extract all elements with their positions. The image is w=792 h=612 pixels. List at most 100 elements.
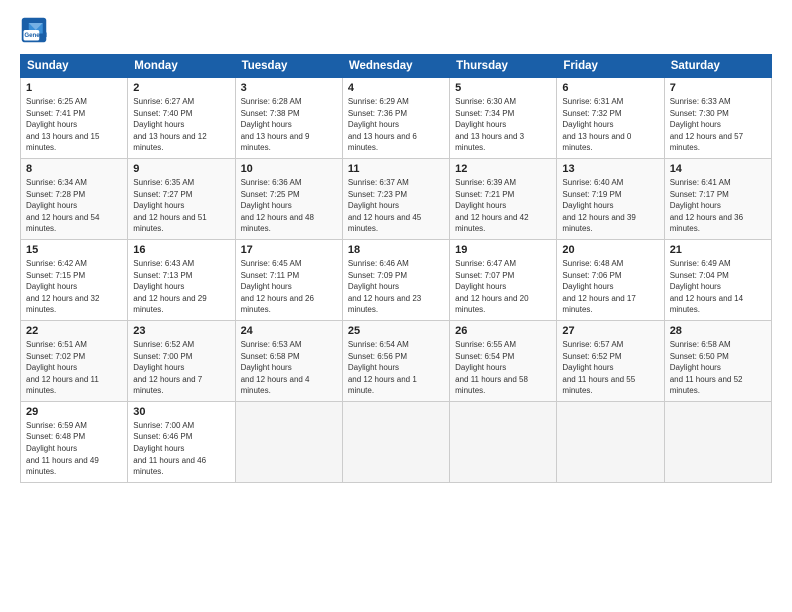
calendar-header-wednesday: Wednesday (342, 55, 449, 78)
calendar-cell (664, 401, 771, 482)
day-number: 18 (348, 244, 444, 256)
calendar-cell: 21 Sunrise: 6:49 AM Sunset: 7:04 PM Dayl… (664, 239, 771, 320)
day-number: 20 (562, 244, 658, 256)
calendar-header-saturday: Saturday (664, 55, 771, 78)
calendar-cell (557, 401, 664, 482)
day-info: Sunrise: 6:28 AM Sunset: 7:38 PM Dayligh… (241, 96, 337, 154)
day-number: 25 (348, 325, 444, 337)
page: General . SundayMondayTuesdayWednesdayTh… (0, 0, 792, 612)
day-number: 21 (670, 244, 766, 256)
day-info: Sunrise: 6:58 AM Sunset: 6:50 PM Dayligh… (670, 339, 766, 397)
calendar-week-1: 1 Sunrise: 6:25 AM Sunset: 7:41 PM Dayli… (21, 78, 772, 159)
calendar-week-5: 29 Sunrise: 6:59 AM Sunset: 6:48 PM Dayl… (21, 401, 772, 482)
day-number: 9 (133, 163, 229, 175)
day-number: 23 (133, 325, 229, 337)
day-number: 30 (133, 406, 229, 418)
calendar-cell: 5 Sunrise: 6:30 AM Sunset: 7:34 PM Dayli… (450, 78, 557, 159)
day-info: Sunrise: 7:00 AM Sunset: 6:46 PM Dayligh… (133, 420, 229, 478)
calendar-cell: 24 Sunrise: 6:53 AM Sunset: 6:58 PM Dayl… (235, 320, 342, 401)
day-info: Sunrise: 6:45 AM Sunset: 7:11 PM Dayligh… (241, 258, 337, 316)
calendar-cell: 8 Sunrise: 6:34 AM Sunset: 7:28 PM Dayli… (21, 158, 128, 239)
calendar-cell: 27 Sunrise: 6:57 AM Sunset: 6:52 PM Dayl… (557, 320, 664, 401)
calendar-cell: 28 Sunrise: 6:58 AM Sunset: 6:50 PM Dayl… (664, 320, 771, 401)
day-number: 29 (26, 406, 122, 418)
calendar-cell: 22 Sunrise: 6:51 AM Sunset: 7:02 PM Dayl… (21, 320, 128, 401)
day-number: 28 (670, 325, 766, 337)
calendar-cell: 4 Sunrise: 6:29 AM Sunset: 7:36 PM Dayli… (342, 78, 449, 159)
calendar-cell: 7 Sunrise: 6:33 AM Sunset: 7:30 PM Dayli… (664, 78, 771, 159)
day-number: 26 (455, 325, 551, 337)
day-info: Sunrise: 6:46 AM Sunset: 7:09 PM Dayligh… (348, 258, 444, 316)
calendar-cell: 30 Sunrise: 7:00 AM Sunset: 6:46 PM Dayl… (128, 401, 235, 482)
day-info: Sunrise: 6:52 AM Sunset: 7:00 PM Dayligh… (133, 339, 229, 397)
calendar-header-friday: Friday (557, 55, 664, 78)
day-number: 5 (455, 82, 551, 94)
calendar-header-tuesday: Tuesday (235, 55, 342, 78)
calendar-cell: 6 Sunrise: 6:31 AM Sunset: 7:32 PM Dayli… (557, 78, 664, 159)
day-info: Sunrise: 6:29 AM Sunset: 7:36 PM Dayligh… (348, 96, 444, 154)
day-info: Sunrise: 6:51 AM Sunset: 7:02 PM Dayligh… (26, 339, 122, 397)
day-info: Sunrise: 6:36 AM Sunset: 7:25 PM Dayligh… (241, 177, 337, 235)
day-info: Sunrise: 6:31 AM Sunset: 7:32 PM Dayligh… (562, 96, 658, 154)
day-info: Sunrise: 6:39 AM Sunset: 7:21 PM Dayligh… (455, 177, 551, 235)
day-info: Sunrise: 6:43 AM Sunset: 7:13 PM Dayligh… (133, 258, 229, 316)
calendar-week-3: 15 Sunrise: 6:42 AM Sunset: 7:15 PM Dayl… (21, 239, 772, 320)
day-info: Sunrise: 6:53 AM Sunset: 6:58 PM Dayligh… (241, 339, 337, 397)
day-info: Sunrise: 6:59 AM Sunset: 6:48 PM Dayligh… (26, 420, 122, 478)
calendar-cell: 12 Sunrise: 6:39 AM Sunset: 7:21 PM Dayl… (450, 158, 557, 239)
day-number: 22 (26, 325, 122, 337)
day-number: 2 (133, 82, 229, 94)
day-number: 1 (26, 82, 122, 94)
calendar-week-2: 8 Sunrise: 6:34 AM Sunset: 7:28 PM Dayli… (21, 158, 772, 239)
day-info: Sunrise: 6:30 AM Sunset: 7:34 PM Dayligh… (455, 96, 551, 154)
logo: General . (20, 16, 52, 44)
day-info: Sunrise: 6:48 AM Sunset: 7:06 PM Dayligh… (562, 258, 658, 316)
calendar-cell: 19 Sunrise: 6:47 AM Sunset: 7:07 PM Dayl… (450, 239, 557, 320)
calendar-cell: 18 Sunrise: 6:46 AM Sunset: 7:09 PM Dayl… (342, 239, 449, 320)
calendar-cell (235, 401, 342, 482)
day-info: Sunrise: 6:33 AM Sunset: 7:30 PM Dayligh… (670, 96, 766, 154)
calendar-cell: 3 Sunrise: 6:28 AM Sunset: 7:38 PM Dayli… (235, 78, 342, 159)
day-number: 7 (670, 82, 766, 94)
calendar-cell: 14 Sunrise: 6:41 AM Sunset: 7:17 PM Dayl… (664, 158, 771, 239)
calendar-header-monday: Monday (128, 55, 235, 78)
calendar-cell: 17 Sunrise: 6:45 AM Sunset: 7:11 PM Dayl… (235, 239, 342, 320)
day-number: 10 (241, 163, 337, 175)
calendar-cell: 11 Sunrise: 6:37 AM Sunset: 7:23 PM Dayl… (342, 158, 449, 239)
calendar-header-sunday: Sunday (21, 55, 128, 78)
svg-text:General: General (24, 32, 47, 39)
calendar-cell: 25 Sunrise: 6:54 AM Sunset: 6:56 PM Dayl… (342, 320, 449, 401)
day-number: 16 (133, 244, 229, 256)
day-info: Sunrise: 6:41 AM Sunset: 7:17 PM Dayligh… (670, 177, 766, 235)
day-number: 12 (455, 163, 551, 175)
day-number: 17 (241, 244, 337, 256)
calendar-cell: 1 Sunrise: 6:25 AM Sunset: 7:41 PM Dayli… (21, 78, 128, 159)
calendar-cell (342, 401, 449, 482)
logo-icon: General . (20, 16, 48, 44)
day-number: 13 (562, 163, 658, 175)
calendar-cell: 13 Sunrise: 6:40 AM Sunset: 7:19 PM Dayl… (557, 158, 664, 239)
day-number: 14 (670, 163, 766, 175)
day-number: 8 (26, 163, 122, 175)
day-number: 3 (241, 82, 337, 94)
day-info: Sunrise: 6:27 AM Sunset: 7:40 PM Dayligh… (133, 96, 229, 154)
calendar-cell: 26 Sunrise: 6:55 AM Sunset: 6:54 PM Dayl… (450, 320, 557, 401)
day-info: Sunrise: 6:34 AM Sunset: 7:28 PM Dayligh… (26, 177, 122, 235)
day-info: Sunrise: 6:40 AM Sunset: 7:19 PM Dayligh… (562, 177, 658, 235)
day-info: Sunrise: 6:55 AM Sunset: 6:54 PM Dayligh… (455, 339, 551, 397)
calendar-cell: 23 Sunrise: 6:52 AM Sunset: 7:00 PM Dayl… (128, 320, 235, 401)
calendar: SundayMondayTuesdayWednesdayThursdayFrid… (20, 54, 772, 483)
calendar-cell: 10 Sunrise: 6:36 AM Sunset: 7:25 PM Dayl… (235, 158, 342, 239)
calendar-cell: 29 Sunrise: 6:59 AM Sunset: 6:48 PM Dayl… (21, 401, 128, 482)
day-number: 4 (348, 82, 444, 94)
day-number: 24 (241, 325, 337, 337)
calendar-header-thursday: Thursday (450, 55, 557, 78)
calendar-cell: 20 Sunrise: 6:48 AM Sunset: 7:06 PM Dayl… (557, 239, 664, 320)
day-info: Sunrise: 6:35 AM Sunset: 7:27 PM Dayligh… (133, 177, 229, 235)
calendar-cell: 9 Sunrise: 6:35 AM Sunset: 7:27 PM Dayli… (128, 158, 235, 239)
calendar-cell: 2 Sunrise: 6:27 AM Sunset: 7:40 PM Dayli… (128, 78, 235, 159)
day-info: Sunrise: 6:57 AM Sunset: 6:52 PM Dayligh… (562, 339, 658, 397)
calendar-cell: 16 Sunrise: 6:43 AM Sunset: 7:13 PM Dayl… (128, 239, 235, 320)
calendar-cell: 15 Sunrise: 6:42 AM Sunset: 7:15 PM Dayl… (21, 239, 128, 320)
day-number: 6 (562, 82, 658, 94)
